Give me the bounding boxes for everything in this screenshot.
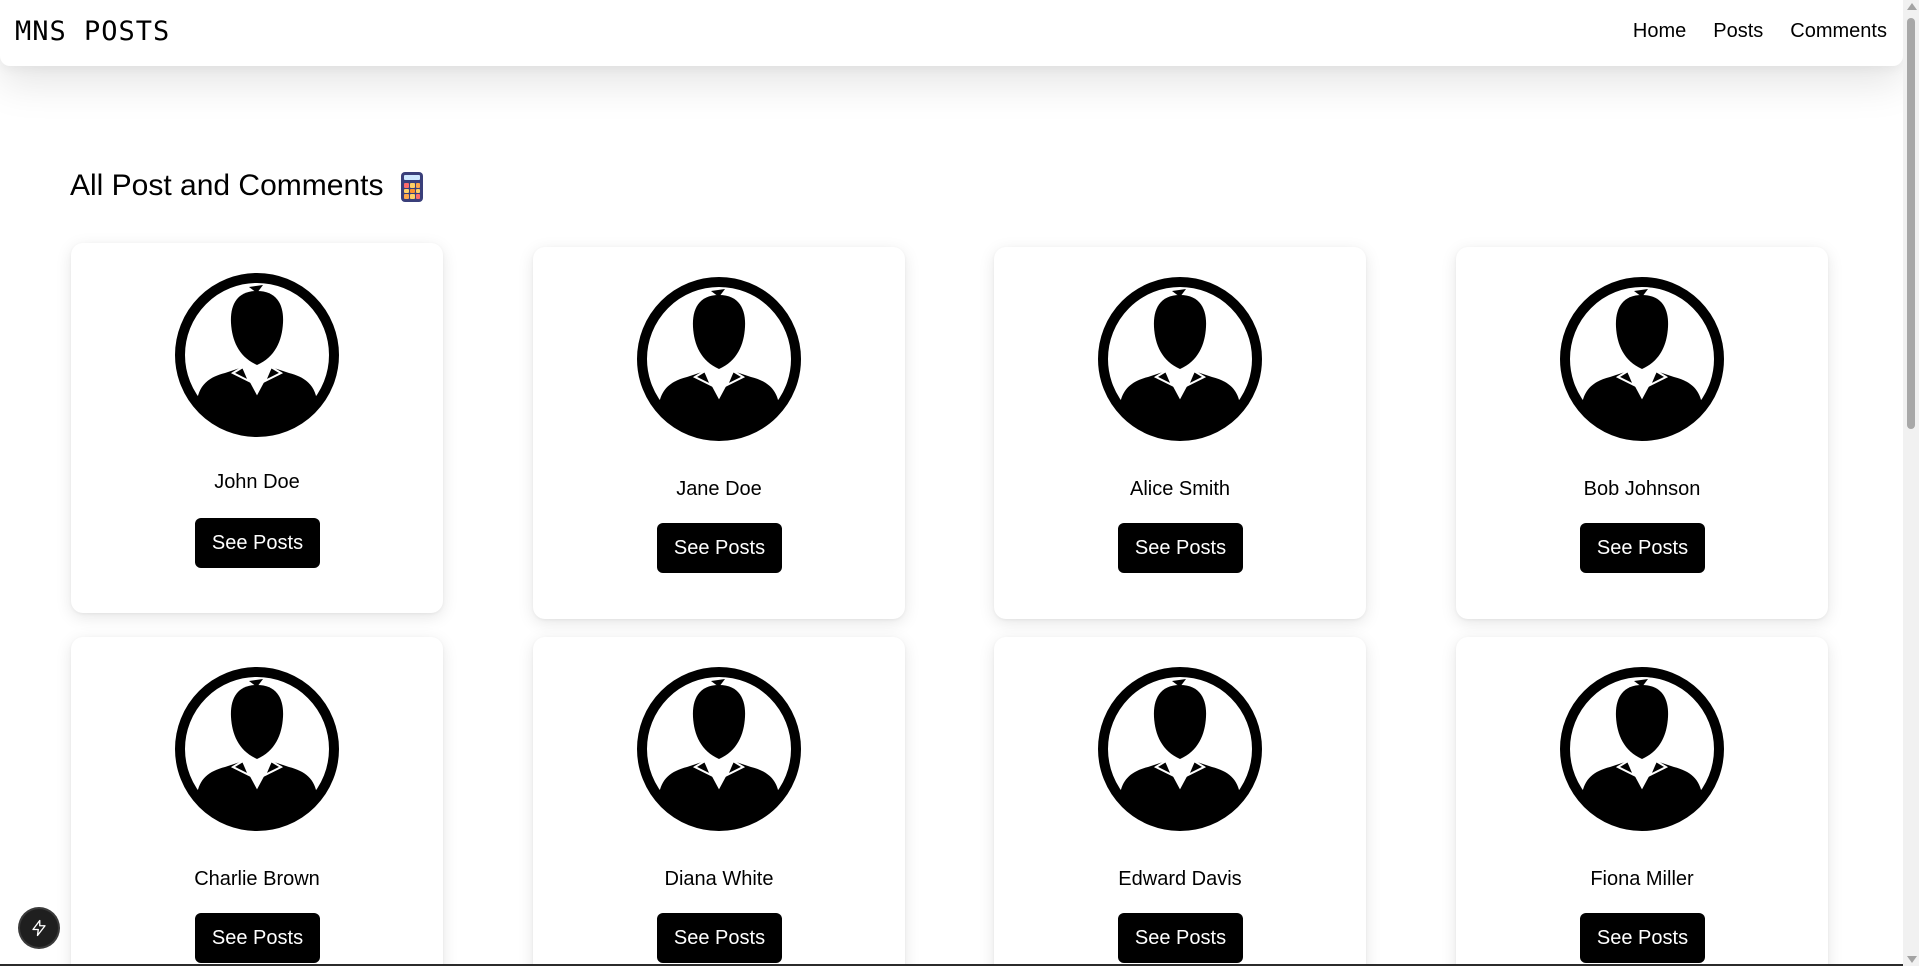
user-card: John Doe See Posts xyxy=(71,243,443,613)
page-title: All Post and Comments xyxy=(70,166,424,206)
see-posts-button[interactable]: See Posts xyxy=(195,913,320,963)
user-name: Alice Smith xyxy=(1129,478,1231,500)
see-posts-button[interactable]: See Posts xyxy=(1118,913,1243,963)
user-name: Edward Davis xyxy=(1118,868,1242,890)
nav-links: Home Posts Comments xyxy=(1633,18,1887,44)
user-avatar-icon xyxy=(1560,277,1724,441)
user-name: Jane Doe xyxy=(676,478,762,500)
user-avatar-icon xyxy=(1098,667,1262,831)
user-name: John Doe xyxy=(214,471,300,493)
see-posts-button[interactable]: See Posts xyxy=(1118,523,1243,573)
user-avatar-icon xyxy=(175,667,339,831)
user-name: Charlie Brown xyxy=(194,868,320,890)
see-posts-button[interactable]: See Posts xyxy=(1580,913,1705,963)
nav-comments-link[interactable]: Comments xyxy=(1790,18,1887,44)
user-avatar-icon xyxy=(1098,277,1262,441)
scrollbar-thumb[interactable] xyxy=(1907,18,1915,429)
user-name: Fiona Miller xyxy=(1590,868,1694,890)
user-card: Fiona Miller See Posts xyxy=(1456,637,1828,966)
user-avatar-icon xyxy=(175,273,339,437)
see-posts-button[interactable]: See Posts xyxy=(657,523,782,573)
calculator-icon xyxy=(401,172,424,202)
user-card: Bob Johnson See Posts xyxy=(1456,247,1828,619)
user-avatar-icon xyxy=(637,667,801,831)
user-card: Diana White See Posts xyxy=(533,637,905,966)
scroll-down-arrow-icon[interactable] xyxy=(1907,956,1917,963)
user-card: Jane Doe See Posts xyxy=(533,247,905,619)
see-posts-button[interactable]: See Posts xyxy=(657,913,782,963)
dev-tools-badge[interactable] xyxy=(20,909,58,947)
nav-posts-link[interactable]: Posts xyxy=(1713,18,1763,44)
user-card: Edward Davis See Posts xyxy=(994,637,1366,966)
user-name: Diana White xyxy=(664,868,774,890)
scroll-up-arrow-icon[interactable] xyxy=(1907,3,1917,10)
user-name: Bob Johnson xyxy=(1583,478,1701,500)
user-avatar-icon xyxy=(637,277,801,441)
see-posts-button[interactable]: See Posts xyxy=(1580,523,1705,573)
see-posts-button[interactable]: See Posts xyxy=(195,518,320,568)
lightning-icon xyxy=(32,919,46,937)
page-title-text: All Post and Comments xyxy=(70,169,384,202)
vertical-scrollbar[interactable] xyxy=(1903,0,1919,966)
user-avatar-icon xyxy=(1560,667,1724,831)
nav-home-link[interactable]: Home xyxy=(1633,18,1686,44)
navbar: MNS POSTS Home Posts Comments xyxy=(0,0,1903,66)
brand-logo[interactable]: MNS POSTS xyxy=(15,14,170,50)
user-card: Charlie Brown See Posts xyxy=(71,637,443,966)
page: MNS POSTS Home Posts Comments All Post a… xyxy=(0,0,1903,966)
user-card: Alice Smith See Posts xyxy=(994,247,1366,619)
